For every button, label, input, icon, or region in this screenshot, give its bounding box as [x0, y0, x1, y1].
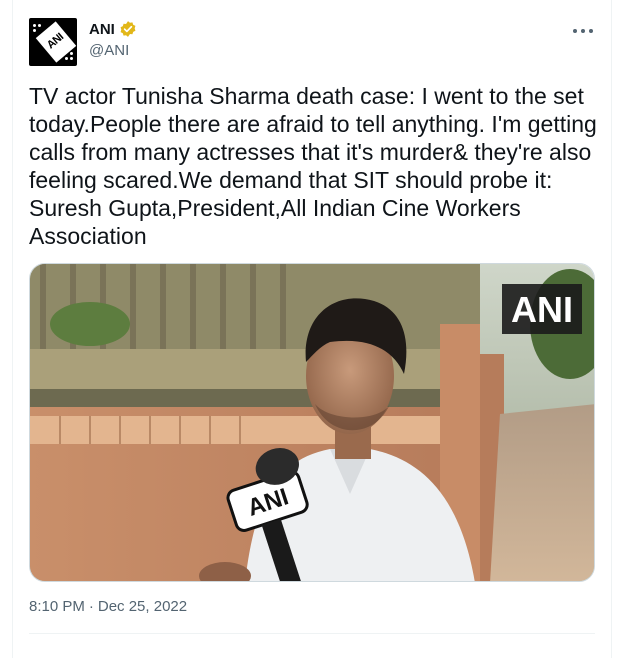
avatar-dots-decoration-2 — [63, 50, 73, 60]
author-name-row: ANI — [89, 20, 137, 38]
tweet-media-image[interactable]: ANI ANI — [29, 263, 595, 582]
divider — [29, 633, 595, 634]
tweet-time: 8:10 PM — [29, 598, 85, 615]
verified-badge-icon — [120, 21, 136, 37]
author-avatar[interactable]: ANI — [29, 18, 77, 66]
media-watermark: ANI — [511, 289, 573, 330]
more-options-icon[interactable] — [571, 20, 595, 40]
media-photo: ANI ANI — [30, 264, 594, 581]
tweet-timestamp[interactable]: 8:10 PM · Dec 25, 2022 — [29, 598, 187, 615]
tweet-text: TV actor Tunisha Sharma death case: I we… — [29, 83, 604, 249]
tweet-card: ANI ANI @ANI TV actor Tunisha Sharma dea… — [12, 0, 612, 658]
timestamp-separator: · — [88, 598, 94, 615]
author-handle[interactable]: @ANI — [89, 42, 129, 59]
tweet-header: ANI ANI @ANI — [29, 16, 595, 68]
tweet-date: Dec 25, 2022 — [97, 598, 188, 615]
author-name[interactable]: ANI — [89, 21, 115, 38]
